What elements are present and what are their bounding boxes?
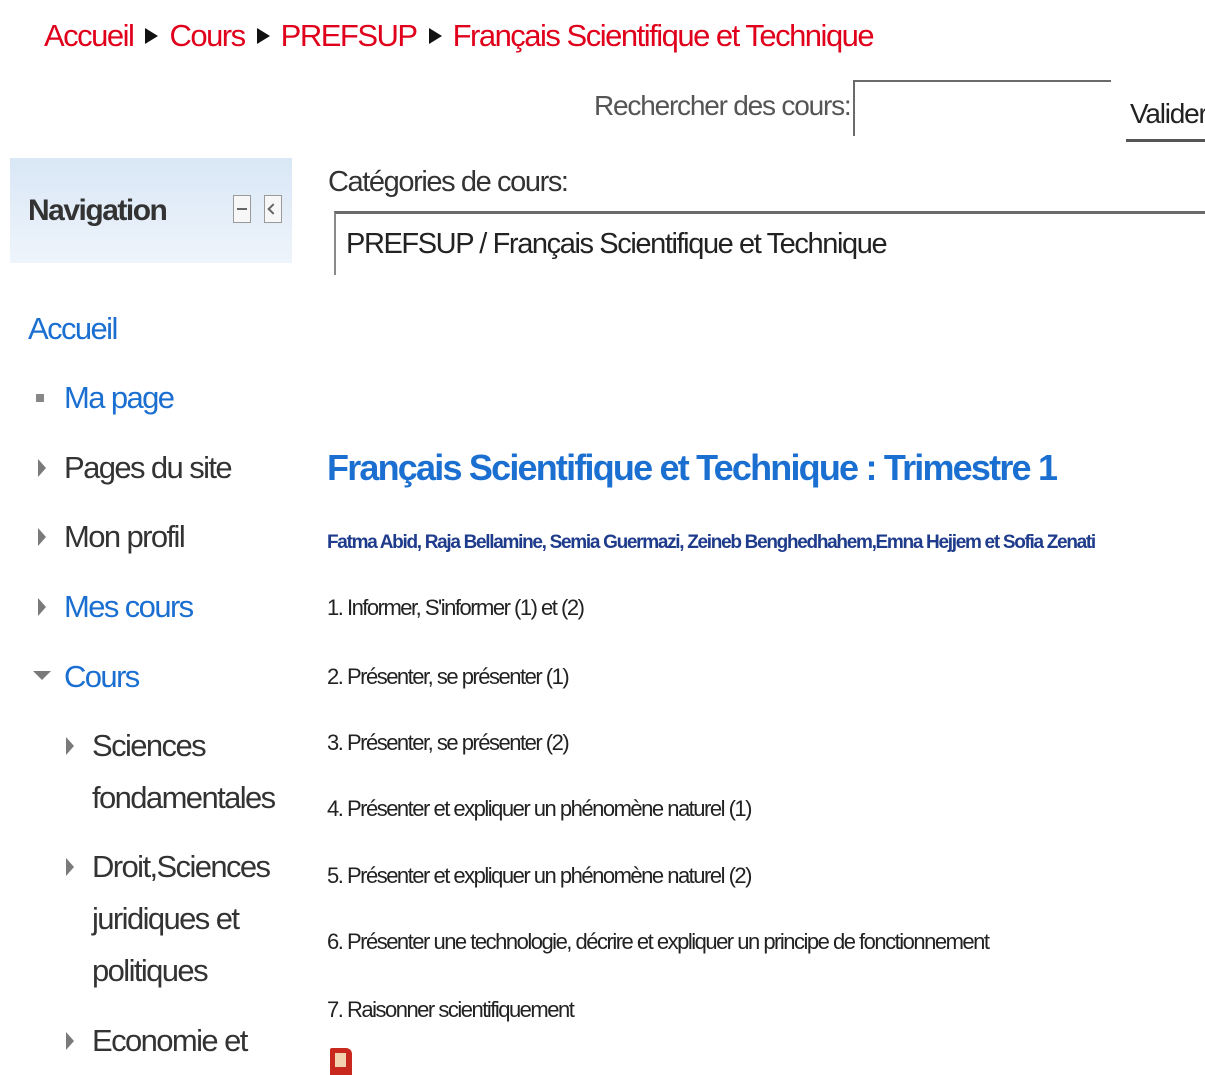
breadcrumb-separator-icon	[145, 28, 159, 44]
chevron-right-icon[interactable]	[38, 598, 46, 616]
chevron-right-icon[interactable]	[38, 459, 46, 477]
breadcrumb-home-link[interactable]: Accueil	[44, 18, 135, 54]
chevron-right-icon[interactable]	[66, 858, 74, 876]
nav-item-mes-cours[interactable]: Mes cours	[64, 581, 194, 633]
nav-subitem-economie[interactable]: Economie et	[92, 1015, 248, 1067]
nav-home-link[interactable]: Accueil	[28, 303, 118, 355]
course-topic: 3. Présenter, se présenter (2)	[327, 730, 570, 755]
breadcrumb-category-link[interactable]: PREFSUP	[281, 18, 418, 54]
breadcrumb-current-course[interactable]: Français Scientifique et Technique	[453, 18, 875, 54]
navigation-title: Navigation	[28, 194, 168, 227]
hide-block-icon[interactable]	[233, 195, 251, 223]
search-label: Rechercher des cours:	[594, 90, 852, 121]
dock-block-icon[interactable]	[264, 195, 282, 223]
nav-subitem-droit-line1[interactable]: Droit,Sciences	[92, 841, 271, 893]
chevron-right-icon[interactable]	[66, 1032, 74, 1050]
chevron-down-icon[interactable]	[33, 671, 51, 680]
breadcrumb-separator-icon	[428, 28, 442, 44]
course-categories-select[interactable]: PREFSUP / Français Scientifique et Techn…	[334, 211, 1205, 275]
nav-subitem-droit-line3[interactable]: politiques	[92, 945, 209, 997]
selected-category: PREFSUP / Français Scientifique et Techn…	[346, 228, 888, 260]
page: Accueil Cours PREFSUP Français Scientifi…	[0, 0, 1205, 1075]
breadcrumb: Accueil Cours PREFSUP Français Scientifi…	[44, 18, 875, 54]
course-topic: 4. Présenter et expliquer un phénomène n…	[327, 796, 752, 821]
nav-subitem-sciences-line2[interactable]: fondamentales	[92, 772, 276, 824]
nav-item-ma-page[interactable]: Ma page	[64, 372, 175, 424]
nav-subitem-sciences-line1[interactable]: Sciences	[92, 720, 207, 772]
course-title-link[interactable]: Français Scientifique et Technique : Tri…	[327, 447, 1058, 489]
course-authors: Fatma Abid, Raja Bellamine, Semia Guerma…	[327, 532, 1096, 553]
course-topic: 6. Présenter une technologie, décrire et…	[327, 929, 990, 954]
nav-item-mon-profil[interactable]: Mon profil	[64, 511, 186, 563]
chevron-right-icon[interactable]	[38, 528, 46, 546]
course-topic: 5. Présenter et expliquer un phénomène n…	[327, 863, 752, 888]
nav-item-pages-du-site[interactable]: Pages du site	[64, 442, 233, 494]
breadcrumb-courses-link[interactable]: Cours	[169, 18, 246, 54]
square-bullet-icon	[36, 394, 44, 402]
breadcrumb-separator-icon	[256, 28, 270, 44]
course-topic: 2. Présenter, se présenter (1)	[327, 664, 570, 689]
search-input[interactable]	[853, 80, 1111, 136]
navigation-block-header: Navigation	[10, 158, 292, 263]
course-topic: 1. Informer, S'informer (1) et (2)	[327, 595, 585, 620]
course-categories-label: Catégories de cours:	[328, 166, 569, 198]
nav-item-cours[interactable]: Cours	[64, 651, 140, 703]
search-submit-button[interactable]: Valider	[1126, 88, 1205, 142]
course-topic: 7. Raisonner scientifiquement	[327, 997, 575, 1022]
pdf-file-icon[interactable]	[330, 1048, 352, 1075]
chevron-right-icon[interactable]	[66, 737, 74, 755]
nav-subitem-droit-line2[interactable]: juridiques et	[92, 893, 240, 945]
